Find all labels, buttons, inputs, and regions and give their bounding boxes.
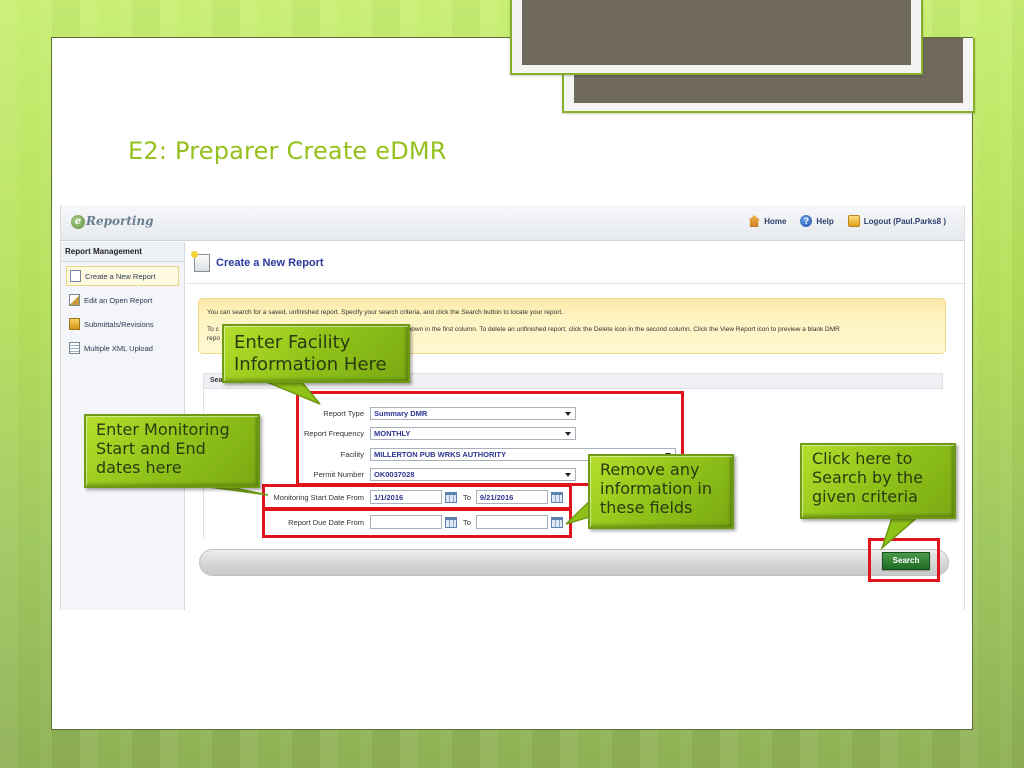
logo-icon: e — [71, 214, 85, 229]
help-icon: ? — [800, 215, 813, 227]
search-button-highlight — [868, 538, 940, 582]
instructions-line-1: You can search for a saved, unfinished r… — [207, 309, 564, 316]
sidebar-item-multiple-xml-upload[interactable]: Multiple XML Upload — [66, 338, 179, 358]
search-callout: Click here to Search by the given criter… — [800, 443, 956, 519]
facility-callout: Enter Facility Information Here — [222, 324, 410, 383]
logout-icon — [847, 215, 860, 227]
top-nav: Home ? Help Logout (Paul.Parks8 ) — [740, 215, 946, 227]
monitoring-callout: Enter Monitoring Start and End dates her… — [84, 414, 260, 488]
sidebar-item-create-new-report[interactable]: Create a New Report — [66, 266, 179, 286]
app-header: e Reporting Home ? Help Logout (Paul.Park… — [61, 205, 964, 241]
sidebar-item-submittals-revisions[interactable]: Submittals/Revisions — [66, 314, 179, 334]
page-title: Create a New Report — [216, 256, 324, 269]
slide-header-block — [510, 0, 923, 75]
action-bar — [199, 549, 949, 576]
edit-document-icon — [69, 294, 80, 306]
document-icon — [70, 270, 81, 282]
remove-fields-callout: Remove any information in these fields — [588, 454, 734, 529]
due-dates-highlight — [262, 508, 572, 538]
nav-help-link[interactable]: ? Help — [800, 215, 834, 227]
nav-logout-link[interactable]: Logout (Paul.Parks8 ) — [847, 215, 946, 227]
page-header: Create a New Report — [186, 242, 964, 284]
home-icon — [748, 215, 761, 227]
new-report-icon — [191, 250, 210, 272]
nav-home-link[interactable]: Home — [748, 215, 786, 227]
sidebar-heading: Report Management — [61, 242, 184, 262]
sidebar-item-edit-open-report[interactable]: Edit an Open Report — [66, 290, 179, 310]
xml-upload-icon — [69, 342, 80, 354]
monitoring-dates-highlight — [262, 484, 572, 510]
slide-title: E2: Preparer Create eDMR — [128, 137, 447, 165]
app-logo: e Reporting — [71, 214, 154, 229]
submittals-icon — [69, 318, 80, 330]
